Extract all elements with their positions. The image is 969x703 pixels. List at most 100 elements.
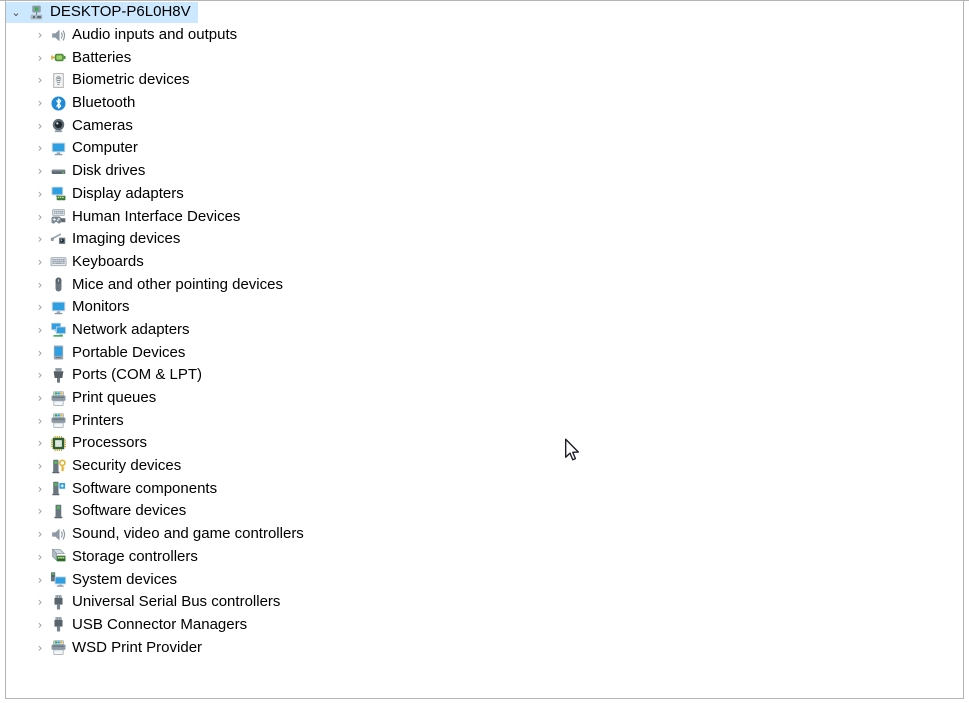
monitor-icon bbox=[48, 139, 68, 157]
scanner-icon bbox=[48, 230, 68, 248]
tree-root-selection[interactable]: ⌄ DESKTOP-P6L0H8V bbox=[6, 1, 198, 23]
chevron-right-icon[interactable]: › bbox=[32, 188, 48, 200]
tree-item-human-interface-devices[interactable]: › Human Interface Devices bbox=[6, 205, 963, 228]
tree-item-imaging-devices[interactable]: › Imaging devices bbox=[6, 228, 963, 251]
tree-item-network-adapters[interactable]: › Network adapters bbox=[6, 319, 963, 342]
tree-item-ports-com-lpt[interactable]: › Ports (COM & LPT) bbox=[6, 364, 963, 387]
tree-item-label: Network adapters bbox=[72, 320, 190, 338]
chevron-right-icon[interactable]: › bbox=[32, 52, 48, 64]
tree-item-batteries[interactable]: › Batteries bbox=[6, 46, 963, 69]
printer-icon bbox=[48, 412, 68, 430]
keyboard-icon bbox=[48, 253, 68, 271]
tree-item-label: Sound, video and game controllers bbox=[72, 525, 304, 543]
tree-item-software-devices[interactable]: › Software devices bbox=[6, 500, 963, 523]
chevron-down-icon[interactable]: ⌄ bbox=[6, 7, 26, 18]
tree-item-audio-inputs-and-outputs[interactable]: › Audio inputs and outputs bbox=[6, 24, 963, 47]
processor-icon bbox=[48, 434, 68, 452]
tree-item-label: Batteries bbox=[72, 48, 132, 66]
chevron-right-icon[interactable]: › bbox=[32, 256, 48, 268]
chevron-right-icon[interactable]: › bbox=[32, 142, 48, 154]
chevron-right-icon[interactable]: › bbox=[32, 619, 48, 631]
tree-item-system-devices[interactable]: › System devices bbox=[6, 568, 963, 591]
tree-item-label: Security devices bbox=[72, 457, 182, 475]
tree-item-display-adapters[interactable]: › Display adapters bbox=[6, 183, 963, 206]
tree-item-portable-devices[interactable]: › Portable Devices bbox=[6, 341, 963, 364]
tree-root-node[interactable]: ⌄ DESKTOP-P6L0H8V bbox=[6, 1, 963, 24]
tree-item-security-devices[interactable]: › Security devices bbox=[6, 455, 963, 478]
tree-item-biometric-devices[interactable]: › Biometric devices bbox=[6, 69, 963, 92]
chevron-right-icon[interactable]: › bbox=[32, 551, 48, 563]
chevron-right-icon[interactable]: › bbox=[32, 279, 48, 291]
tree-item-mice-and-other-pointing-devices[interactable]: › Mice and other pointing devices bbox=[6, 273, 963, 296]
printer-icon bbox=[48, 639, 68, 657]
tree-item-keyboards[interactable]: › Keyboards bbox=[6, 251, 963, 274]
tree-item-label: Storage controllers bbox=[72, 547, 198, 565]
tree-item-monitors[interactable]: › Monitors bbox=[6, 296, 963, 319]
tree-item-label: Cameras bbox=[72, 116, 133, 134]
tree-item-label: Imaging devices bbox=[72, 230, 181, 248]
tree-item-storage-controllers[interactable]: › Storage controllers bbox=[6, 546, 963, 569]
portable-device-icon bbox=[48, 344, 68, 362]
chevron-right-icon[interactable]: › bbox=[32, 29, 48, 41]
chevron-right-icon[interactable]: › bbox=[32, 642, 48, 654]
battery-icon bbox=[48, 49, 68, 67]
tree-item-print-queues[interactable]: › Print queues bbox=[6, 387, 963, 410]
chevron-right-icon[interactable]: › bbox=[32, 324, 48, 336]
tree-item-label: Audio inputs and outputs bbox=[72, 26, 238, 44]
tree-item-usb-connector-managers[interactable]: › USB Connector Managers bbox=[6, 614, 963, 637]
chevron-right-icon[interactable]: › bbox=[32, 392, 48, 404]
chevron-right-icon[interactable]: › bbox=[32, 460, 48, 472]
chevron-right-icon[interactable]: › bbox=[32, 596, 48, 608]
tree-item-computer[interactable]: › Computer bbox=[6, 137, 963, 160]
chevron-right-icon[interactable]: › bbox=[32, 505, 48, 517]
window-border-bottom bbox=[5, 698, 964, 699]
gamepad-icon bbox=[48, 208, 68, 226]
chevron-right-icon[interactable]: › bbox=[32, 574, 48, 586]
tree-item-label: Bluetooth bbox=[72, 94, 136, 112]
tree-item-cameras[interactable]: › Cameras bbox=[6, 114, 963, 137]
device-manager-window: ⌄ DESKTOP-P6L0H8V › Audio inputs and outp… bbox=[0, 0, 969, 703]
tree-item-processors[interactable]: › Processors bbox=[6, 432, 963, 455]
chevron-right-icon[interactable]: › bbox=[32, 165, 48, 177]
mouse-icon bbox=[48, 276, 68, 294]
storage-controller-icon bbox=[48, 548, 68, 566]
tree-item-label: Processors bbox=[72, 434, 148, 452]
tree-item-sound-video-and-game-controllers[interactable]: › Sound, video and game controllers bbox=[6, 523, 963, 546]
serial-port-icon bbox=[48, 366, 68, 384]
tree-item-label: Portable Devices bbox=[72, 343, 186, 361]
tree-item-label: Universal Serial Bus controllers bbox=[72, 593, 281, 611]
chevron-right-icon[interactable]: › bbox=[32, 415, 48, 427]
security-key-icon bbox=[48, 457, 68, 475]
chevron-right-icon[interactable]: › bbox=[32, 369, 48, 381]
tree-item-label: Printers bbox=[72, 411, 124, 429]
tree-item-label: USB Connector Managers bbox=[72, 615, 248, 633]
usb-icon bbox=[48, 593, 68, 611]
tree-item-disk-drives[interactable]: › Disk drives bbox=[6, 160, 963, 183]
system-device-icon bbox=[48, 571, 68, 589]
chevron-right-icon[interactable]: › bbox=[32, 437, 48, 449]
chevron-right-icon[interactable]: › bbox=[32, 74, 48, 86]
chevron-right-icon[interactable]: › bbox=[32, 347, 48, 359]
tree-item-universal-serial-bus-controllers[interactable]: › Universal Serial Bus controllers bbox=[6, 591, 963, 614]
chevron-right-icon[interactable]: › bbox=[32, 301, 48, 313]
display-adapter-icon bbox=[48, 185, 68, 203]
chevron-right-icon[interactable]: › bbox=[32, 120, 48, 132]
chevron-right-icon[interactable]: › bbox=[32, 483, 48, 495]
tree-item-label: Computer bbox=[72, 139, 138, 157]
tree-item-bluetooth[interactable]: › Bluetooth bbox=[6, 92, 963, 115]
chevron-right-icon[interactable]: › bbox=[32, 97, 48, 109]
software-device-icon bbox=[48, 502, 68, 520]
tree-root-label: DESKTOP-P6L0H8V bbox=[50, 3, 191, 21]
tree-item-label: Display adapters bbox=[72, 184, 184, 202]
tree-item-label: Disk drives bbox=[72, 162, 146, 180]
tree-item-wsd-print-provider[interactable]: › WSD Print Provider bbox=[6, 636, 963, 659]
chevron-right-icon[interactable]: › bbox=[32, 211, 48, 223]
tree-item-software-components[interactable]: › Software components bbox=[6, 477, 963, 500]
tree-item-label: Biometric devices bbox=[72, 71, 190, 89]
tree-item-printers[interactable]: › Printers bbox=[6, 409, 963, 432]
chevron-right-icon[interactable]: › bbox=[32, 233, 48, 245]
device-tree[interactable]: ⌄ DESKTOP-P6L0H8V › Audio inputs and outp… bbox=[6, 1, 963, 697]
tree-item-label: WSD Print Provider bbox=[72, 638, 203, 656]
chevron-right-icon[interactable]: › bbox=[32, 528, 48, 540]
camera-icon bbox=[48, 117, 68, 135]
